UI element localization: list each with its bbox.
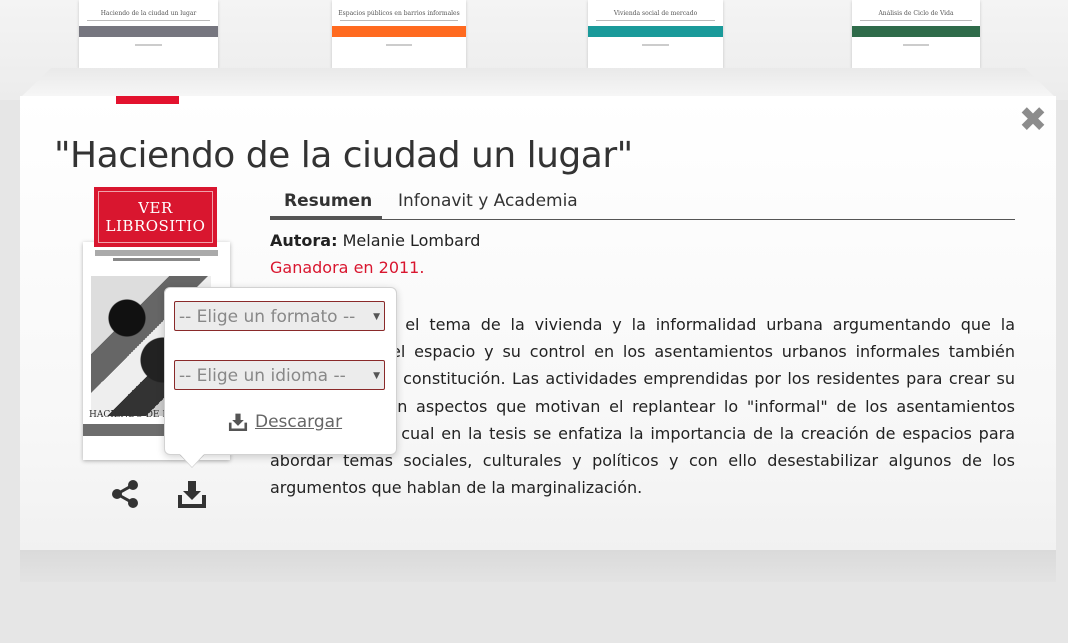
ver-librositio-button[interactable]: VER LIBROSITIO: [94, 187, 217, 247]
download-popover: -- Elige un formato -- ▼ -- Elige un idi…: [164, 287, 397, 455]
download-icon[interactable]: [175, 477, 209, 511]
panel-shadow: [20, 550, 1056, 582]
descargar-link[interactable]: Descargar: [227, 410, 342, 434]
format-select[interactable]: -- Elige un formato -- ▼: [174, 301, 385, 331]
close-icon[interactable]: ✖: [1016, 103, 1050, 137]
book-title: "Haciendo de la ciudad un lugar": [54, 135, 633, 176]
author-name: Melanie Lombard: [342, 231, 481, 250]
share-icon[interactable]: [108, 477, 142, 511]
descargar-label: Descargar: [255, 412, 343, 432]
shelf-book-2[interactable]: Espacios públicos en barrios informales: [332, 0, 466, 68]
shelf-book-title: Vivienda social de mercado: [613, 10, 698, 17]
divider: [340, 20, 458, 21]
language-select[interactable]: -- Elige un idioma -- ▼: [174, 360, 385, 390]
shelf-book-band: [332, 26, 466, 37]
divider: [385, 44, 413, 46]
divider: [903, 44, 929, 46]
popover-arrow: [178, 452, 206, 467]
shelf-book-4[interactable]: Análisis de Ciclo de Vida: [852, 0, 980, 68]
selected-book-indicator: [116, 96, 179, 104]
author-line: Autora: Melanie Lombard: [270, 231, 480, 250]
shelf-book-band: [588, 26, 723, 37]
download-icon: [228, 413, 248, 432]
badge-line-2: LIBROSITIO: [105, 217, 206, 235]
shelf-book-title: Espacios públicos en barrios informales: [338, 10, 460, 17]
format-select-value: -- Elige un formato --: [179, 307, 356, 327]
tab-resumen[interactable]: Resumen: [284, 186, 372, 218]
divider: [642, 44, 669, 46]
shelf-book-title: Análisis de Ciclo de Vida: [878, 10, 954, 17]
cover-author-line: [113, 258, 200, 261]
divider: [596, 20, 715, 21]
award-text: Ganadora en 2011.: [270, 258, 425, 277]
shelf-book-1[interactable]: Haciendo de la ciudad un lugar: [79, 0, 218, 68]
shelf-book-3[interactable]: Vivienda social de mercado: [588, 0, 723, 68]
badge-line-1: VER: [138, 199, 173, 217]
tab-infonavit-y-academia[interactable]: Infonavit y Academia: [398, 186, 578, 218]
cover-series-line: [95, 250, 218, 256]
divider: [134, 44, 163, 46]
divider: [860, 20, 972, 21]
author-label: Autora:: [270, 231, 338, 250]
shelf-edge: [20, 68, 1056, 98]
chevron-down-icon: ▼: [373, 312, 380, 322]
detail-tabs: Resumen Infonavit y Academia: [270, 186, 1015, 220]
language-select-value: -- Elige un idioma --: [179, 366, 346, 386]
shelf-book-title: Haciendo de la ciudad un lugar: [100, 10, 197, 17]
divider: [87, 20, 210, 21]
shelf-book-band: [852, 26, 980, 37]
shelf-book-band: [79, 26, 218, 37]
chevron-down-icon: ▼: [373, 371, 380, 381]
